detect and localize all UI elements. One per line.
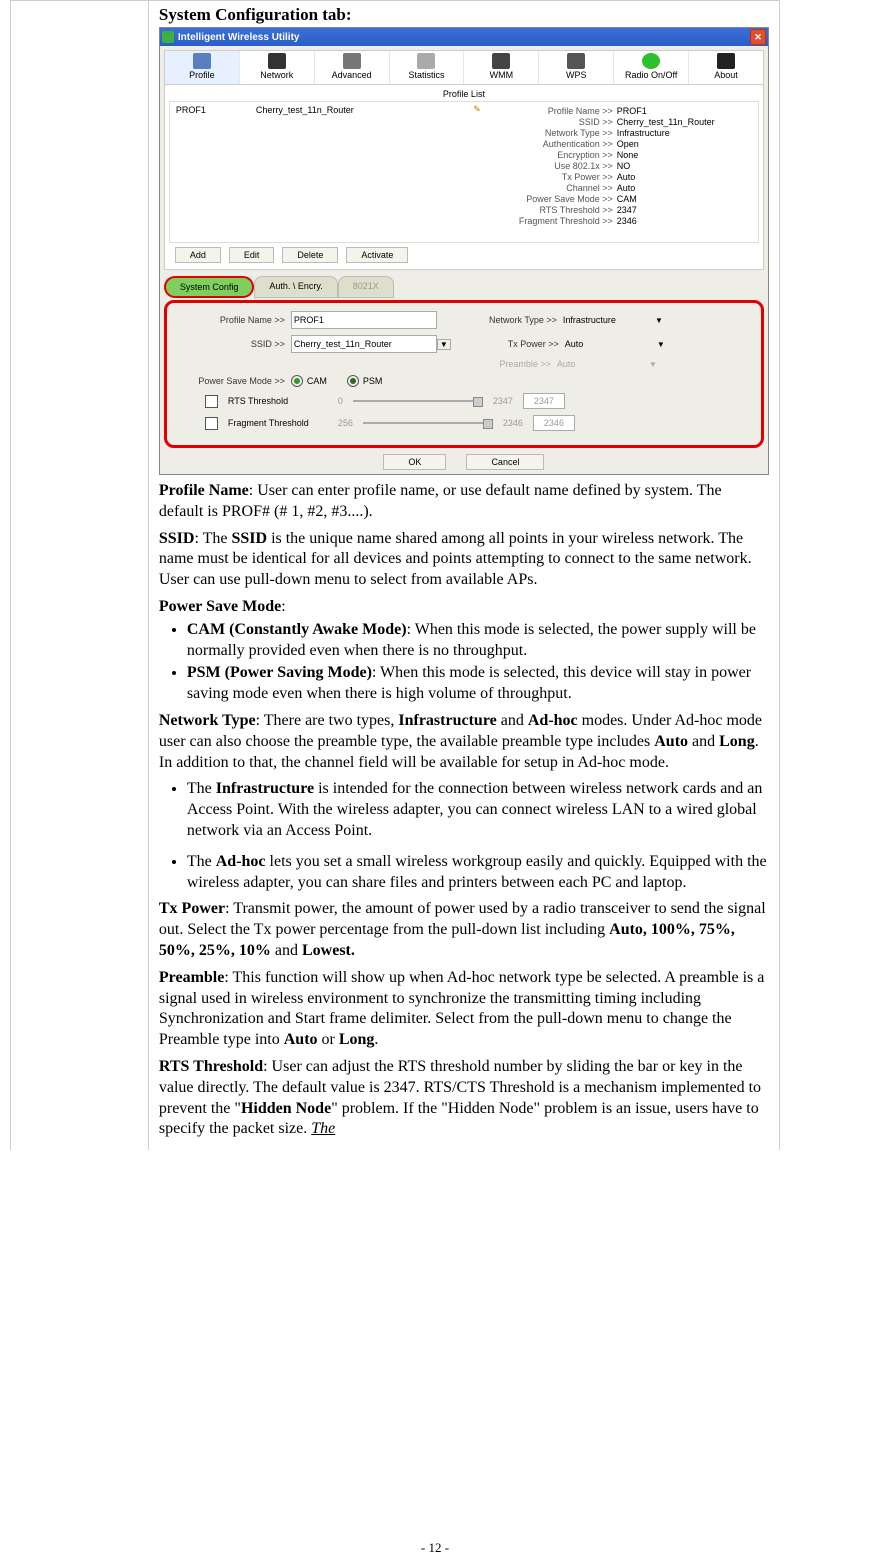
main-tabbar: Profile Network Advanced Statistics WMM … — [164, 50, 764, 84]
chevron-down-icon: ▼ — [655, 316, 663, 325]
delete-button[interactable]: Delete — [282, 247, 338, 263]
checkbox-fragment[interactable] — [205, 417, 218, 430]
tab-wps[interactable]: WPS — [539, 51, 614, 84]
tx-power-dropdown[interactable]: Auto▼ — [565, 339, 665, 349]
section-heading: System Configuration tab: — [159, 5, 769, 25]
checkbox-rts[interactable] — [205, 395, 218, 408]
page-number: - 12 - — [0, 1540, 870, 1556]
label-rts: RTS Threshold — [228, 396, 328, 406]
activate-button[interactable]: Activate — [346, 247, 408, 263]
add-button[interactable]: Add — [175, 247, 221, 263]
label-ssid: SSID >> — [175, 339, 291, 349]
cancel-button[interactable]: Cancel — [466, 454, 544, 470]
label-network-type: Network Type >> — [467, 315, 563, 325]
ssid-input[interactable] — [291, 335, 437, 353]
profile-list[interactable]: PROF1 Cherry_test_11n_Router ✎ — [170, 102, 487, 242]
profile-row-name: PROF1 — [176, 105, 256, 115]
edit-icon: ✎ — [473, 104, 481, 115]
radio-psm[interactable]: PSM — [347, 375, 383, 387]
window-titlebar: Intelligent Wireless Utility ✕ — [160, 28, 768, 46]
app-icon — [162, 31, 174, 43]
label-profile-name: Profile Name >> — [175, 315, 291, 325]
ok-button[interactable]: OK — [383, 454, 446, 470]
screenshot-window: Intelligent Wireless Utility ✕ Profile N… — [159, 27, 769, 475]
radio-cam[interactable]: CAM — [291, 375, 327, 387]
tab-profile[interactable]: Profile — [165, 51, 240, 84]
label-power-save: Power Save Mode >> — [175, 376, 291, 386]
ssid-dropdown-icon[interactable]: ▼ — [437, 339, 451, 350]
chevron-down-icon: ▼ — [649, 360, 657, 369]
tab-advanced[interactable]: Advanced — [315, 51, 390, 84]
document-body: Profile Name: User can enter profile nam… — [159, 481, 769, 1140]
tab-radio[interactable]: Radio On/Off — [614, 51, 689, 84]
slider-rts[interactable] — [353, 400, 483, 402]
subtab-auth-encry[interactable]: Auth. \ Encry. — [254, 276, 337, 298]
window-title: Intelligent Wireless Utility — [178, 32, 300, 43]
label-fragment: Fragment Threshold — [228, 418, 328, 428]
profile-row-ssid: Cherry_test_11n_Router — [256, 105, 354, 115]
tab-wmm[interactable]: WMM — [464, 51, 539, 84]
close-icon[interactable]: ✕ — [750, 29, 766, 45]
edit-button[interactable]: Edit — [229, 247, 275, 263]
system-config-panel: Profile Name >> Network Type >> Infrastr… — [164, 300, 764, 448]
subtab-system-config[interactable]: System Config — [164, 276, 255, 298]
input-rts[interactable]: 2347 — [523, 393, 565, 409]
profile-row[interactable]: PROF1 Cherry_test_11n_Router ✎ — [170, 102, 487, 117]
subtab-8021x[interactable]: 8021X — [338, 276, 394, 298]
network-type-dropdown[interactable]: Infrastructure▼ — [563, 315, 663, 325]
label-preamble: Preamble >> — [461, 359, 557, 369]
profile-list-header: Profile List — [169, 89, 759, 101]
slider-fragment[interactable] — [363, 422, 493, 424]
chevron-down-icon: ▼ — [657, 340, 665, 349]
profile-details: Profile Name >>PROF1 SSID >>Cherry_test_… — [487, 102, 758, 242]
input-fragment[interactable]: 2346 — [533, 415, 575, 431]
label-tx-power: Tx Power >> — [469, 339, 565, 349]
tab-about[interactable]: About — [689, 51, 763, 84]
profile-name-input[interactable] — [291, 311, 437, 329]
tab-network[interactable]: Network — [240, 51, 315, 84]
preamble-dropdown: Auto▼ — [557, 359, 657, 369]
tab-statistics[interactable]: Statistics — [390, 51, 465, 84]
